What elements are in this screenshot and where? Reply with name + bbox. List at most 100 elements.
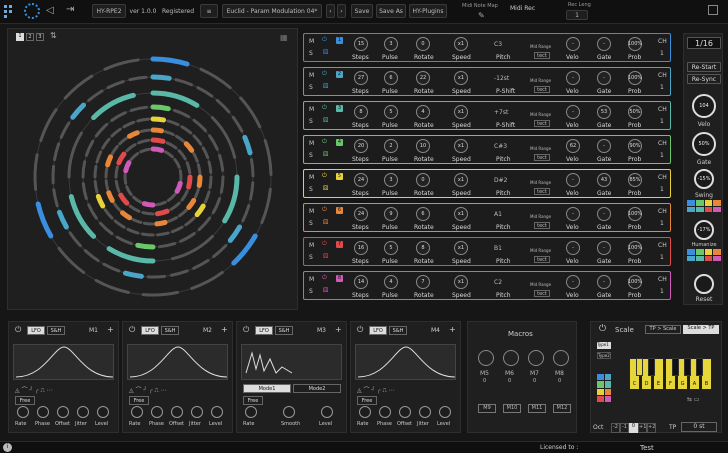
knob-offset[interactable] bbox=[57, 406, 69, 418]
mute-button[interactable]: M bbox=[309, 174, 314, 181]
solo-button[interactable]: S bbox=[309, 220, 313, 227]
pitch-value[interactable]: C3 bbox=[494, 41, 502, 48]
knob-phase[interactable] bbox=[151, 406, 163, 418]
dice-icon[interactable]: ⚄ bbox=[323, 287, 328, 294]
ch-value[interactable]: 1 bbox=[660, 254, 664, 261]
free-button[interactable]: Free bbox=[129, 396, 149, 405]
knob-jitter[interactable] bbox=[77, 406, 89, 418]
power-icon[interactable]: ⏻ bbox=[322, 104, 327, 112]
oct-option[interactable]: -2 bbox=[611, 423, 620, 433]
scale-menu-icon[interactable]: ⇆ ▭ bbox=[687, 396, 700, 403]
solo-button[interactable]: S bbox=[309, 50, 313, 57]
oct-option[interactable]: 0 bbox=[629, 423, 638, 433]
macro-button[interactable]: M10 bbox=[503, 404, 521, 413]
ch-value[interactable]: 1 bbox=[660, 50, 664, 57]
detect-button[interactable]: tect bbox=[534, 52, 550, 59]
detect-button[interactable]: tect bbox=[534, 290, 550, 297]
speaker-icon[interactable]: ◁ bbox=[46, 5, 54, 16]
solo-button[interactable]: S bbox=[309, 254, 313, 261]
black-key[interactable] bbox=[672, 358, 679, 376]
solo-button[interactable]: S bbox=[309, 118, 313, 125]
hy-plugins-button[interactable]: HY-Plugins bbox=[409, 4, 447, 18]
oct-option[interactable]: +1 bbox=[638, 423, 647, 433]
oct-option[interactable]: -1 bbox=[620, 423, 629, 433]
dice-icon[interactable]: ⚄ bbox=[323, 49, 328, 56]
black-key[interactable] bbox=[648, 358, 655, 376]
dial-icon[interactable] bbox=[24, 3, 40, 19]
detect-button[interactable]: tect bbox=[534, 154, 550, 161]
shape-row[interactable]: ◬ ⌒ ╯ ╭ ⎍ ⋯ bbox=[129, 385, 167, 395]
pitch-value[interactable]: A1 bbox=[494, 211, 502, 218]
macro-button[interactable]: M9 bbox=[478, 404, 496, 413]
power-icon[interactable]: ⏻ bbox=[15, 325, 21, 335]
knob-rate[interactable] bbox=[17, 406, 29, 418]
mute-button[interactable]: M bbox=[309, 106, 314, 113]
prev-preset-button[interactable]: ‹ bbox=[326, 4, 335, 18]
free-button[interactable]: Free bbox=[357, 396, 377, 405]
shape-row[interactable]: ◬ ⌒ ╯ ╭ ⎍ ⋯ bbox=[15, 385, 53, 395]
save-as-button[interactable]: Save As bbox=[376, 4, 406, 18]
black-key[interactable] bbox=[684, 358, 691, 376]
detect-button[interactable]: tect bbox=[534, 222, 550, 229]
macro-knob[interactable] bbox=[528, 350, 544, 366]
mute-button[interactable]: M bbox=[309, 38, 314, 45]
lfo-tab[interactable]: LFO bbox=[27, 326, 45, 335]
macro-knob[interactable] bbox=[503, 350, 519, 366]
velo-knob[interactable]: 104 bbox=[692, 94, 716, 118]
power-icon[interactable]: ⏻ bbox=[357, 325, 363, 335]
scale-tp-button[interactable]: Scale > TP bbox=[683, 325, 719, 334]
preset-menu-button[interactable]: ≡ bbox=[200, 4, 218, 18]
mute-button[interactable]: M bbox=[309, 72, 314, 79]
ch-value[interactable]: 1 bbox=[660, 186, 664, 193]
knob-jitter[interactable] bbox=[191, 406, 203, 418]
type2-button[interactable]: Type2 bbox=[597, 352, 611, 359]
solo-button[interactable]: S bbox=[309, 288, 313, 295]
rec-leng-value[interactable]: 1 bbox=[566, 10, 588, 20]
window-icon[interactable] bbox=[708, 5, 718, 15]
power-icon[interactable]: ⏻ bbox=[322, 172, 327, 180]
add-icon[interactable]: + bbox=[335, 325, 342, 334]
power-icon[interactable]: ⏻ bbox=[322, 138, 327, 146]
restart-button[interactable]: Re-Start bbox=[687, 62, 721, 72]
export-icon[interactable]: ⇥ bbox=[66, 4, 74, 15]
tp-scale-button[interactable]: TP > Scale bbox=[645, 325, 681, 334]
detect-button[interactable]: tect bbox=[534, 86, 550, 93]
sh-tab[interactable]: S&H bbox=[47, 326, 65, 335]
power-icon[interactable]: ⏻ bbox=[599, 324, 606, 334]
resync-button[interactable]: Re-Sync bbox=[687, 74, 721, 84]
macro-knob[interactable] bbox=[478, 350, 494, 366]
knob-level[interactable] bbox=[211, 406, 223, 418]
knob-level[interactable] bbox=[321, 406, 333, 418]
free-button[interactable]: Free bbox=[243, 396, 263, 405]
knob-rate[interactable] bbox=[245, 406, 257, 418]
dice-icon[interactable]: ⚄ bbox=[323, 219, 328, 226]
knob-jitter[interactable] bbox=[419, 406, 431, 418]
power-icon[interactable]: ⏻ bbox=[322, 274, 327, 282]
knob-phase[interactable] bbox=[37, 406, 49, 418]
pitch-value[interactable]: C2 bbox=[494, 279, 502, 286]
knob-offset[interactable] bbox=[171, 406, 183, 418]
type1-button[interactable]: Type1 bbox=[597, 342, 611, 349]
macro-button[interactable]: M11 bbox=[528, 404, 546, 413]
mode1-tab[interactable]: Mode1 bbox=[243, 384, 291, 393]
pitch-value[interactable]: C#3 bbox=[494, 143, 507, 150]
power-icon[interactable]: ⏻ bbox=[129, 325, 135, 335]
power-icon[interactable]: ⏻ bbox=[322, 206, 327, 214]
detect-button[interactable]: tect bbox=[534, 120, 550, 127]
shape-row[interactable]: ◬ ⌒ ╯ ╭ ⎍ ⋯ bbox=[357, 385, 395, 395]
gate-knob[interactable]: 50% bbox=[692, 132, 716, 156]
humanize-track-select[interactable] bbox=[687, 249, 721, 261]
dice-icon[interactable]: ⚄ bbox=[323, 83, 328, 90]
tp-value[interactable]: 0 st bbox=[681, 422, 717, 432]
add-icon[interactable]: + bbox=[221, 325, 228, 334]
mute-button[interactable]: M bbox=[309, 242, 314, 249]
dice-icon[interactable]: ⚄ bbox=[323, 185, 328, 192]
lfo-tab[interactable]: LFO bbox=[141, 326, 159, 335]
pitch-value[interactable]: +7st bbox=[494, 109, 508, 116]
swing-track-select[interactable] bbox=[687, 200, 721, 212]
add-icon[interactable]: + bbox=[107, 325, 114, 334]
scale-color-select[interactable] bbox=[597, 374, 611, 402]
mute-button[interactable]: M bbox=[309, 208, 314, 215]
power-icon[interactable]: ⏻ bbox=[322, 240, 327, 248]
pencil-icon[interactable]: ✎ bbox=[478, 11, 485, 20]
